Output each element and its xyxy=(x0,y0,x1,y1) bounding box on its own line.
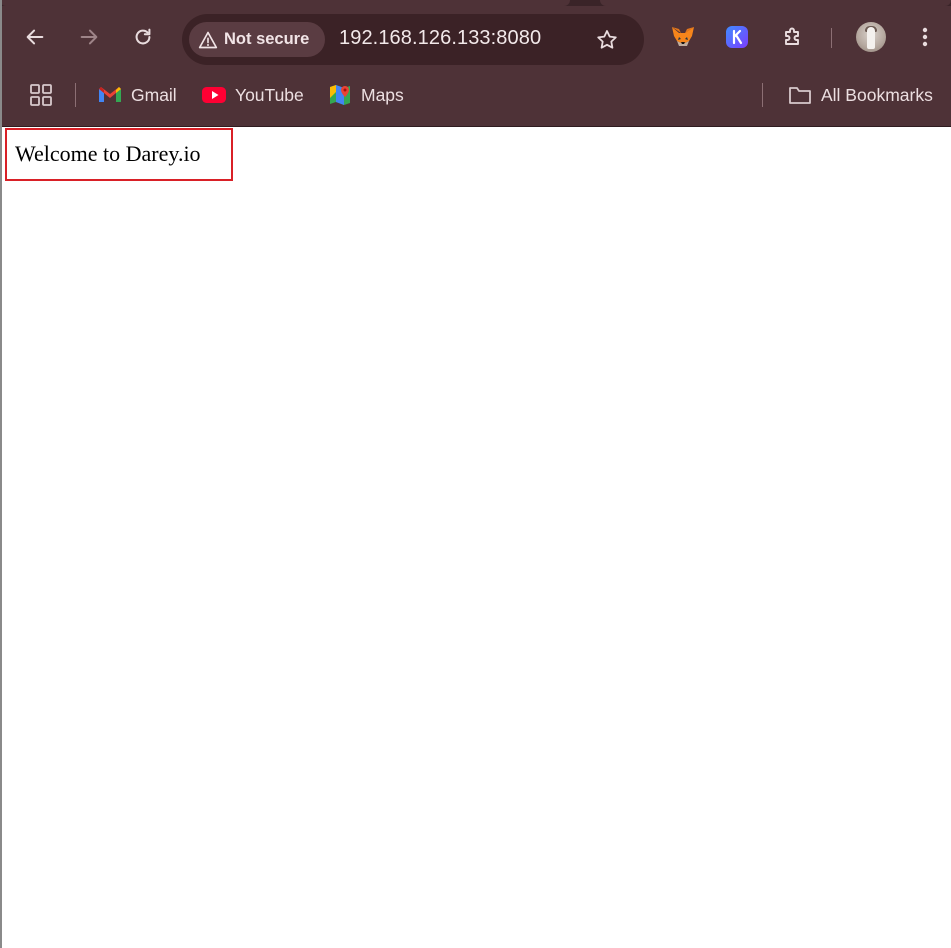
metamask-fox-icon xyxy=(672,27,694,46)
welcome-text: Welcome to Darey.io xyxy=(15,141,201,166)
folder-icon xyxy=(789,87,811,104)
star-icon xyxy=(597,30,617,49)
metamask-extension-button[interactable] xyxy=(669,23,697,51)
bookmark-gmail-label: Gmail xyxy=(131,84,177,105)
k-extension-button[interactable] xyxy=(723,23,751,51)
page-content: Welcome to Darey.io xyxy=(2,127,951,948)
bookmark-star-button[interactable] xyxy=(593,26,621,54)
puzzle-icon xyxy=(785,27,799,45)
address-bar[interactable]: Not secure 192.168.126.133:8080 xyxy=(182,14,644,65)
forward-button[interactable] xyxy=(72,20,106,54)
browser-menu-button[interactable] xyxy=(911,23,939,51)
apps-button[interactable] xyxy=(29,82,53,108)
all-bookmarks-label: All Bookmarks xyxy=(821,84,933,105)
bookmark-gmail[interactable]: Gmail xyxy=(98,82,177,108)
window-edge xyxy=(0,0,2,948)
warning-triangle-icon xyxy=(198,30,218,50)
security-chip-label: Not secure xyxy=(224,30,310,48)
bookmarks-bar: Gmail YouTube Maps All Bookmarks xyxy=(0,68,951,127)
url-text[interactable]: 192.168.126.133:8080 xyxy=(339,27,541,50)
highlight-box: Welcome to Darey.io xyxy=(5,128,233,181)
back-button[interactable] xyxy=(18,20,52,54)
bookmarks-divider xyxy=(75,83,76,107)
browser-toolbar: Not secure 192.168.126.133:8080 xyxy=(0,6,951,68)
apps-grid-icon xyxy=(30,84,52,106)
profile-avatar[interactable] xyxy=(856,22,886,52)
more-vert-icon xyxy=(922,27,928,47)
reload-button[interactable] xyxy=(126,20,160,54)
extensions-button[interactable] xyxy=(779,23,807,51)
security-chip[interactable]: Not secure xyxy=(189,22,325,57)
maps-icon xyxy=(330,85,350,105)
forward-arrow-icon xyxy=(80,29,98,45)
bookmarks-divider-right xyxy=(762,83,763,107)
avatar-figure xyxy=(867,27,875,49)
bookmark-maps-label: Maps xyxy=(361,84,404,105)
gmail-icon xyxy=(99,87,121,102)
bookmark-youtube-label: YouTube xyxy=(235,84,304,105)
all-bookmarks-button[interactable]: All Bookmarks xyxy=(788,82,933,108)
back-arrow-icon xyxy=(26,29,44,45)
toolbar-divider xyxy=(831,28,832,48)
bookmark-maps[interactable]: Maps xyxy=(328,82,404,108)
bookmark-youtube[interactable]: YouTube xyxy=(202,82,304,108)
k-extension-icon xyxy=(726,26,748,48)
youtube-icon xyxy=(202,87,226,103)
reload-icon xyxy=(135,28,151,45)
